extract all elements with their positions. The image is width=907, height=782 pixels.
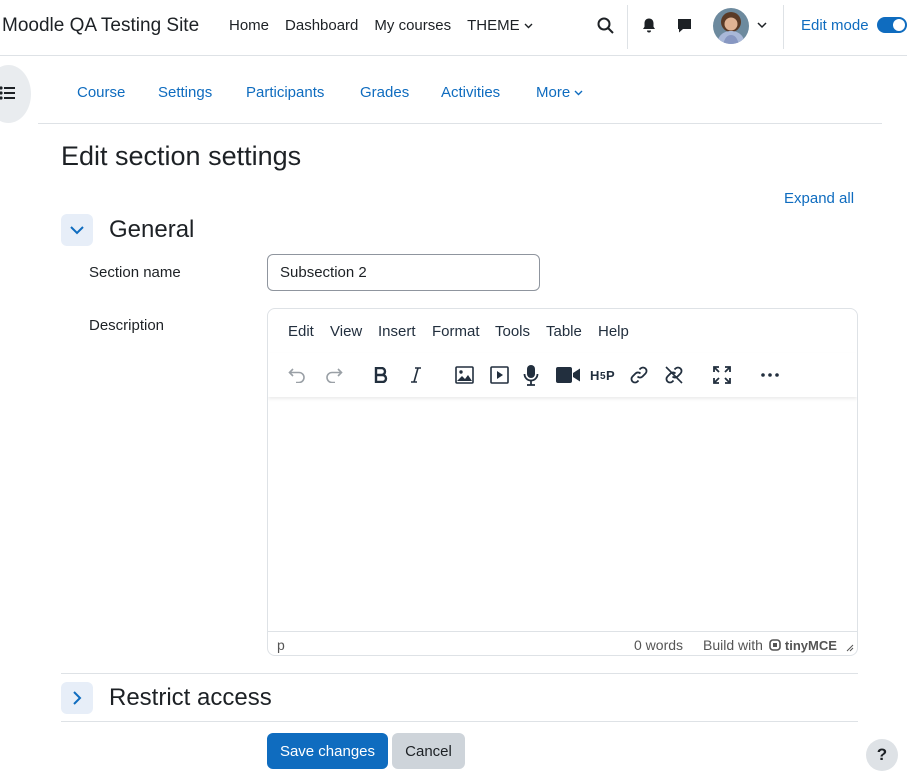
fullscreen-icon [713,366,731,384]
course-index-toggle[interactable] [0,65,31,123]
chevron-right-icon [73,691,82,705]
video-camera-icon [556,367,580,383]
menu-edit[interactable]: Edit [288,323,314,340]
bold-icon [374,367,388,383]
tab-more-label: More [536,84,571,101]
page-title: Edit section settings [61,141,302,171]
editor-statusbar: p 0 words Build with tinyMCE [268,631,857,655]
tinymce-branding[interactable]: Build with tinyMCE [703,637,837,653]
tinymce-brand-label: tinyMCE [784,637,837,653]
more-button[interactable] [757,363,783,387]
expand-all-link[interactable]: Expand all [784,190,854,207]
record-video-button[interactable] [555,363,581,387]
nav-theme[interactable]: THEME [467,17,533,34]
image-icon [454,366,474,384]
message-icon[interactable] [676,17,693,34]
italic-button[interactable] [403,363,429,387]
unlink-button[interactable] [661,363,687,387]
section-name-input[interactable] [267,254,540,291]
undo-icon [288,368,305,383]
build-with-label: Build with [703,637,763,653]
h5p-icon: H5P [590,368,615,383]
section-name-label: Section name [89,264,181,281]
bold-button[interactable] [368,363,394,387]
image-button[interactable] [451,363,477,387]
menu-table[interactable]: Table [546,323,582,340]
chevron-down-icon [574,90,583,96]
edit-mode-label[interactable]: Edit mode [801,17,869,34]
svg-text:H: H [590,368,599,383]
menu-format[interactable]: Format [432,323,480,340]
chevron-down-icon[interactable] [757,22,767,29]
toggle-knob [893,19,905,31]
word-count[interactable]: 0 words [634,637,683,653]
chevron-down-icon [70,226,84,235]
site-name[interactable]: Moodle QA Testing Site [2,15,199,37]
restrict-access-heading: Restrict access [109,684,272,711]
editor-content-area[interactable] [268,397,857,631]
section-divider [61,673,858,674]
section-divider [61,721,858,722]
record-audio-button[interactable] [518,363,544,387]
undo-button[interactable] [284,363,310,387]
svg-text:P: P [606,368,615,383]
tab-course[interactable]: Course [77,84,125,101]
primary-nav: Home Dashboard My courses THEME [229,17,549,34]
more-icon [761,373,779,377]
italic-icon [411,367,421,383]
general-collapse-button[interactable] [61,214,93,246]
description-editor: Edit View Insert Format Tools Table Help [267,308,858,656]
save-changes-button[interactable]: Save changes [267,733,388,769]
media-icon [489,366,509,384]
resize-handle-icon[interactable] [846,644,854,652]
nav-theme-label: THEME [467,17,520,34]
chevron-down-icon [524,23,533,29]
link-icon [630,366,648,384]
edit-mode-toggle[interactable] [877,17,907,33]
tab-participants[interactable]: Participants [246,84,324,101]
tab-settings[interactable]: Settings [158,84,212,101]
avatar[interactable] [713,8,749,44]
description-label: Description [89,317,165,334]
nav-dashboard[interactable]: Dashboard [285,17,358,34]
list-icon [0,86,15,100]
redo-icon [326,368,343,383]
nav-my-courses[interactable]: My courses [374,17,451,34]
secondary-nav: Course Settings Participants Grades Acti… [38,56,882,124]
editor-menubar: Edit View Insert Format Tools Table Help [268,323,857,343]
bell-icon[interactable] [641,17,657,34]
tab-more[interactable]: More [536,84,583,101]
media-button[interactable] [486,363,512,387]
redo-button[interactable] [321,363,347,387]
menu-insert[interactable]: Insert [378,323,416,340]
navbar-divider [627,5,628,49]
tinymce-logo-icon [769,639,781,651]
menu-tools[interactable]: Tools [495,323,530,340]
search-icon[interactable] [597,17,614,34]
tab-grades[interactable]: Grades [360,84,409,101]
nav-home[interactable]: Home [229,17,269,34]
help-button[interactable]: ? [866,739,898,771]
general-heading: General [109,216,195,243]
navbar-divider [783,5,784,49]
menu-view[interactable]: View [330,323,362,340]
editor-toolbar: H5P [268,353,857,397]
top-navbar: Moodle QA Testing Site Home Dashboard My… [0,0,907,56]
menu-help[interactable]: Help [598,323,629,340]
element-path[interactable]: p [277,637,285,653]
microphone-icon [523,365,539,386]
tab-activities[interactable]: Activities [441,84,500,101]
unlink-icon [665,366,683,384]
restrict-access-collapse-button[interactable] [61,682,93,714]
link-button[interactable] [626,363,652,387]
h5p-button[interactable]: H5P [590,363,616,387]
cancel-button[interactable]: Cancel [392,733,465,769]
fullscreen-button[interactable] [709,363,735,387]
